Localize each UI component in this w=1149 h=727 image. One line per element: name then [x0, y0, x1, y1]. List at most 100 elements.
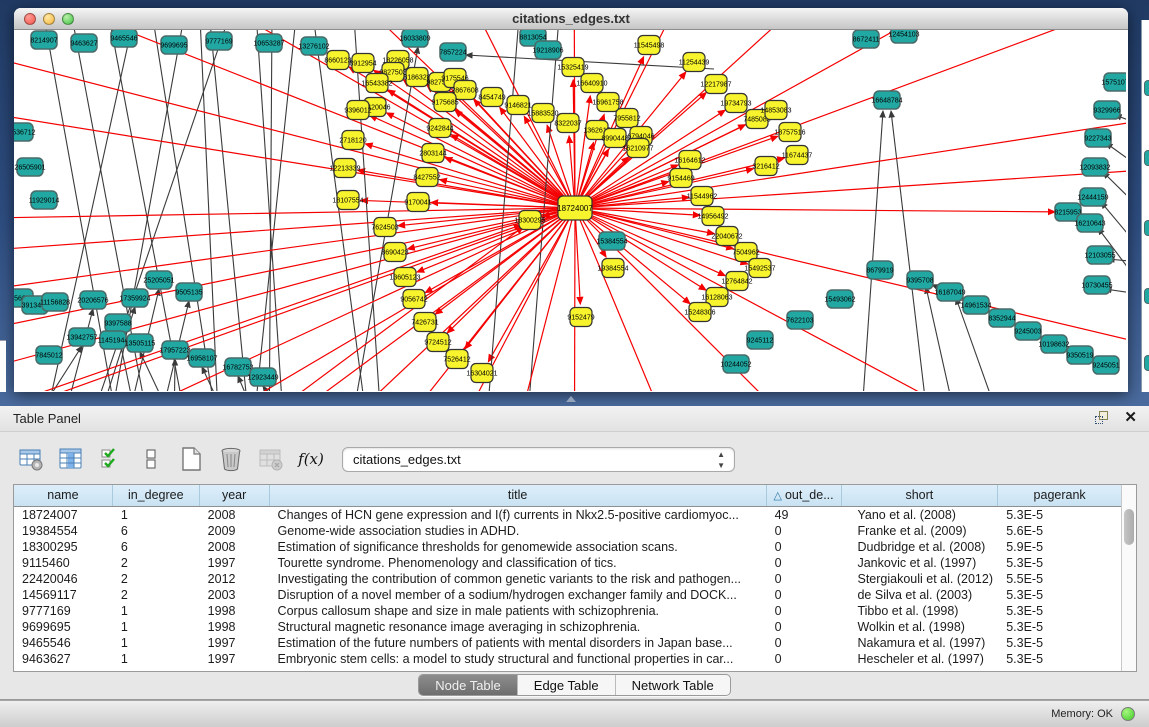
- table-row[interactable]: 2242004622012Investigating the contribut…: [14, 571, 1121, 587]
- graph-node[interactable]: 7426731: [411, 313, 438, 332]
- graph-node[interactable]: 10653287: [253, 34, 284, 52]
- graph-node[interactable]: 8672411: [853, 30, 880, 48]
- graph-node[interactable]: 7624503: [371, 218, 398, 237]
- table-row[interactable]: 1872400712008Changes of HCN gene express…: [14, 507, 1121, 523]
- graph-node[interactable]: 9056742: [400, 290, 427, 309]
- graph-node[interactable]: 16782753: [222, 358, 253, 376]
- graph-node[interactable]: 11254439: [679, 53, 710, 72]
- graph-node[interactable]: 7526412: [443, 350, 470, 369]
- column-header-year[interactable]: year: [200, 485, 270, 506]
- graph-node[interactable]: 16640910: [576, 74, 607, 93]
- graph-node[interactable]: 19218906: [532, 41, 563, 59]
- show-columns-icon[interactable]: [56, 444, 86, 474]
- table-row[interactable]: 969969511998Structural magnetic resonanc…: [14, 619, 1121, 635]
- graph-node[interactable]: 8690423: [381, 243, 408, 262]
- graph-node[interactable]: 12093832: [1079, 158, 1110, 176]
- graph-node[interactable]: 9463627: [70, 34, 97, 52]
- graph-node[interactable]: 20536712: [14, 123, 36, 141]
- graph-node[interactable]: 8454749: [478, 88, 505, 107]
- graph-node[interactable]: 9397588: [104, 314, 131, 332]
- graph-node[interactable]: 19384554: [597, 259, 628, 278]
- graph-node[interactable]: 8679919: [866, 261, 893, 279]
- graph-node[interactable]: 25205051: [143, 271, 174, 289]
- graph-node[interactable]: 9227343: [1084, 129, 1111, 147]
- tab-node-table[interactable]: Node Table: [419, 675, 518, 695]
- table-row[interactable]: 977716911998Corpus callosum shape and si…: [14, 603, 1121, 619]
- graph-node[interactable]: 11929014: [29, 191, 60, 209]
- graph-node[interactable]: 13605123: [389, 268, 420, 287]
- graph-node[interactable]: 17359924: [119, 289, 150, 307]
- graph-node[interactable]: 18757516: [774, 123, 805, 142]
- graph-node[interactable]: 15384554: [596, 232, 627, 250]
- table-options-icon[interactable]: [16, 444, 46, 474]
- graph-node[interactable]: 20206576: [77, 291, 108, 309]
- graph-node[interactable]: 8660123: [324, 51, 351, 70]
- graph-node[interactable]: 2803144: [419, 144, 446, 163]
- graph-node[interactable]: 9396012: [344, 101, 371, 120]
- column-header-name[interactable]: name: [14, 485, 113, 506]
- graph-node[interactable]: 9465546: [110, 30, 137, 47]
- graph-node[interactable]: 12923449: [247, 368, 278, 386]
- column-header-in_degree[interactable]: in_degree: [113, 485, 200, 506]
- graph-node[interactable]: 3216412: [752, 157, 779, 176]
- row-height-icon[interactable]: [136, 444, 166, 474]
- table-row[interactable]: 946362711997Embryonic stem cells: a mode…: [14, 651, 1121, 667]
- table-source-select[interactable]: citations_edges.txt ▲▼: [342, 447, 735, 472]
- graph-node[interactable]: 2718120: [339, 131, 366, 150]
- graph-node[interactable]: 7955812: [613, 109, 640, 128]
- graph-node[interactable]: 12444159: [1077, 188, 1108, 206]
- graph-node[interactable]: 9170041: [404, 193, 431, 212]
- graph-node[interactable]: 9395708: [906, 271, 933, 289]
- graph-node[interactable]: 12213339: [329, 159, 360, 178]
- graph-node[interactable]: 13942757: [66, 328, 97, 346]
- table-row[interactable]: 1830029562008Estimation of significance …: [14, 539, 1121, 555]
- graph-node[interactable]: 10244052: [720, 355, 751, 373]
- graph-node[interactable]: 19734793: [720, 94, 751, 113]
- new-document-icon[interactable]: [176, 444, 206, 474]
- graph-node[interactable]: 10198632: [1038, 335, 1069, 353]
- graph-node[interactable]: 7845012: [35, 346, 62, 364]
- table-row[interactable]: 911546021997Tourette syndrome. Phenomeno…: [14, 555, 1121, 571]
- graph-node[interactable]: 7857224: [439, 43, 466, 61]
- graph-node[interactable]: 12103055: [1084, 246, 1115, 264]
- graph-node[interactable]: 9724512: [424, 333, 451, 352]
- column-header-out_de[interactable]: △out_de...: [767, 485, 842, 506]
- graph-node[interactable]: 12764842: [721, 272, 752, 291]
- graph-node[interactable]: 9152479: [567, 308, 594, 327]
- graph-node[interactable]: 14853083: [760, 101, 791, 120]
- graph-node[interactable]: 18107554: [332, 191, 363, 210]
- close-panel-icon[interactable]: ✕: [1124, 410, 1137, 425]
- column-checklist-icon[interactable]: [96, 444, 126, 474]
- graph-node[interactable]: 16164612: [674, 151, 705, 170]
- graph-node[interactable]: 15248306: [684, 303, 715, 322]
- graph-node[interactable]: 8352944: [988, 309, 1015, 327]
- graph-node[interactable]: 9777169: [205, 32, 232, 50]
- graph-node[interactable]: 9245051: [1092, 356, 1119, 374]
- network-view-window[interactable]: citations_edges.txt 86601238912954182260…: [14, 8, 1128, 392]
- function-builder-icon[interactable]: f(x): [296, 444, 326, 474]
- network-window-titlebar[interactable]: citations_edges.txt: [14, 8, 1128, 30]
- graph-node[interactable]: 16033809: [399, 30, 430, 47]
- graph-node[interactable]: 14956492: [697, 207, 728, 226]
- graph-node[interactable]: 13505115: [125, 334, 156, 352]
- graph-node[interactable]: 9242844: [426, 119, 453, 138]
- table-row[interactable]: 1456911722003Disruption of a novel membe…: [14, 587, 1121, 603]
- graph-node[interactable]: 11545498: [634, 36, 665, 55]
- column-header-title[interactable]: title: [270, 485, 767, 506]
- column-header-pagerank[interactable]: pagerank: [998, 485, 1121, 506]
- table-row[interactable]: 1938455462009Genome-wide association stu…: [14, 523, 1121, 539]
- graph-node[interactable]: 7622103: [786, 311, 813, 329]
- delete-rows-icon[interactable]: [216, 444, 246, 474]
- graph-node[interactable]: 18724007: [557, 196, 593, 220]
- graph-node[interactable]: 9245112: [747, 331, 774, 349]
- graph-node[interactable]: 16304021: [466, 364, 497, 383]
- graph-node[interactable]: 11156828: [40, 293, 70, 311]
- graph-node[interactable]: 16543382: [361, 74, 392, 93]
- graph-node[interactable]: 15492537: [744, 259, 775, 278]
- graph-node[interactable]: 18300295: [514, 211, 545, 230]
- split-pane-handle-icon[interactable]: [566, 396, 576, 402]
- graph-node[interactable]: 9329966: [1093, 101, 1120, 119]
- graph-node[interactable]: 9505135: [175, 283, 202, 301]
- graph-node[interactable]: 12454103: [888, 30, 919, 43]
- graph-node[interactable]: 11674437: [782, 146, 813, 165]
